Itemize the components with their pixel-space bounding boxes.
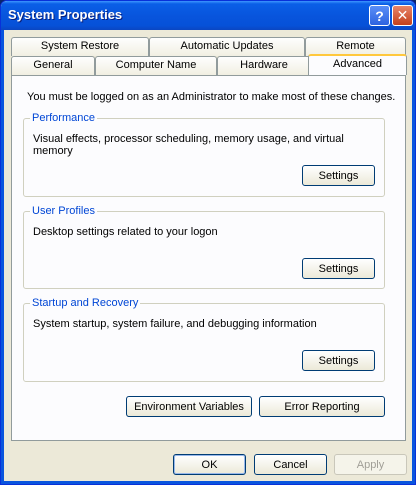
tab-automatic-updates[interactable]: Automatic Updates (149, 37, 305, 56)
tab-hardware[interactable]: Hardware (217, 56, 311, 75)
window-title: System Properties (8, 7, 123, 22)
startup-recovery-description: System startup, system failure, and debu… (33, 318, 317, 330)
ok-button[interactable]: OK (173, 454, 246, 475)
tab-general[interactable]: General (11, 56, 95, 75)
tab-advanced[interactable]: Advanced (308, 54, 407, 75)
performance-settings-button[interactable]: Settings (302, 165, 375, 186)
startup-recovery-settings-button[interactable]: Settings (302, 350, 375, 371)
tab-label: Automatic Updates (180, 40, 274, 52)
user-profiles-group-title: User Profiles (30, 205, 97, 217)
user-profiles-group: User Profiles Desktop settings related t… (23, 205, 385, 289)
window-border-bottom (1, 481, 415, 484)
cancel-button[interactable]: Cancel (254, 454, 327, 475)
system-properties-window: System Properties ? ✕ System Restore Aut… (0, 0, 416, 485)
tab-computer-name[interactable]: Computer Name (95, 56, 217, 75)
startup-recovery-group-title: Startup and Recovery (30, 297, 141, 309)
environment-variables-button[interactable]: Environment Variables (126, 396, 252, 417)
startup-recovery-group: Startup and Recovery System startup, sys… (23, 297, 385, 382)
tab-system-restore[interactable]: System Restore (11, 37, 149, 56)
window-border-right (412, 30, 415, 484)
apply-button[interactable]: Apply (334, 454, 407, 475)
close-icon: ✕ (396, 7, 409, 23)
close-button[interactable]: ✕ (392, 5, 413, 26)
help-button[interactable]: ? (369, 5, 390, 26)
user-profiles-settings-button[interactable]: Settings (302, 258, 375, 279)
help-icon: ? (375, 7, 384, 24)
title-bar[interactable]: System Properties ? ✕ (1, 1, 415, 30)
performance-group: Performance Visual effects, processor sc… (23, 112, 385, 197)
admin-note: You must be logged on as an Administrato… (27, 91, 396, 103)
tab-label: Advanced (333, 58, 382, 70)
tab-label: Remote (336, 40, 375, 52)
tab-label: Computer Name (115, 59, 197, 71)
window-border-left (1, 30, 4, 484)
error-reporting-button[interactable]: Error Reporting (259, 396, 385, 417)
tab-label: General (33, 59, 73, 71)
tab-label: Hardware (240, 59, 288, 71)
tab-label: System Restore (40, 40, 120, 52)
user-profiles-description: Desktop settings related to your logon (33, 226, 218, 238)
performance-group-title: Performance (30, 112, 97, 124)
performance-description: Visual effects, processor scheduling, me… (33, 133, 344, 157)
